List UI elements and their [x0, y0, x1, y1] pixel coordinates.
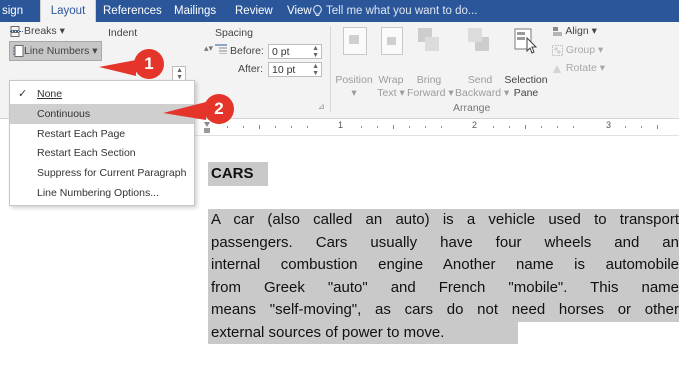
callout-arrows: [99, 60, 206, 120]
callout-marker-1: 1: [134, 49, 164, 79]
callout-arrow-1: [99, 60, 136, 76]
callout-marker-2: 2: [204, 94, 234, 124]
callout-arrow-2: [163, 102, 206, 120]
